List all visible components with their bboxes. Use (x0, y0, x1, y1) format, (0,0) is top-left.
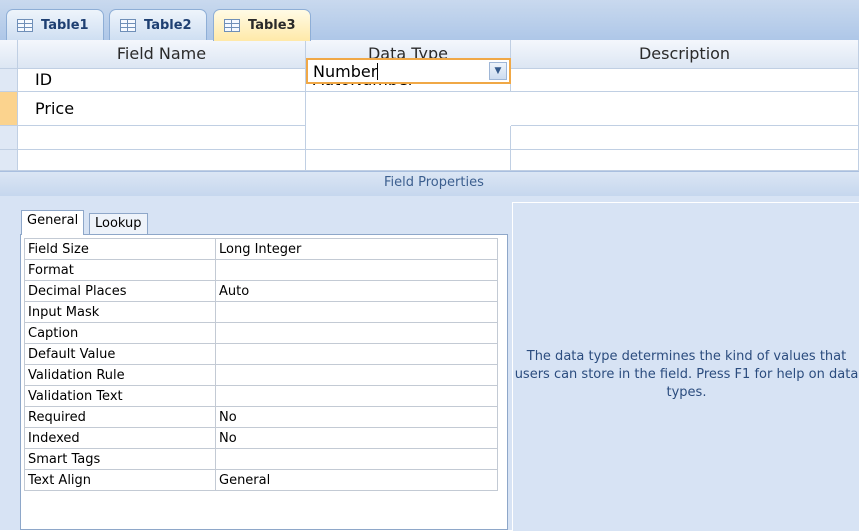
property-name: Text Align (24, 469, 216, 491)
table-row[interactable]: ID (18, 69, 306, 92)
property-row[interactable]: Indexed No (24, 427, 498, 449)
field-properties-bar: Field Properties (0, 171, 859, 197)
data-type-combo-value: Number (313, 62, 378, 81)
property-value[interactable] (215, 301, 498, 323)
property-value[interactable]: General (215, 469, 498, 491)
property-row[interactable]: Smart Tags (24, 448, 498, 470)
tab-label: Table2 (144, 17, 192, 33)
tab-general-label: General (27, 213, 79, 228)
property-row[interactable]: Format (24, 259, 498, 281)
property-row[interactable]: Field Size Long Integer (24, 238, 498, 260)
description-cell[interactable] (511, 126, 859, 150)
row-selector[interactable] (0, 126, 18, 150)
property-name: Validation Text (24, 385, 216, 407)
properties-table: Field Size Long Integer Format Decimal Pl… (24, 238, 498, 491)
row-selector[interactable] (0, 150, 18, 171)
tab-general[interactable]: General (21, 210, 85, 235)
property-name: Caption (24, 322, 216, 344)
data-type-combo[interactable]: Number ▼ (306, 58, 511, 84)
field-name-cell[interactable] (18, 126, 306, 150)
text-caret (377, 63, 379, 80)
property-value[interactable] (215, 322, 498, 344)
property-value[interactable]: No (215, 427, 498, 449)
data-type-cell[interactable] (306, 126, 511, 150)
row-selector-current[interactable] (0, 92, 18, 126)
tab-table1[interactable]: Table1 (6, 9, 104, 40)
property-value[interactable] (215, 448, 498, 470)
general-properties-panel: Field Size Long Integer Format Decimal Pl… (20, 234, 508, 530)
property-row[interactable]: Decimal Places Auto (24, 280, 498, 302)
property-name: Decimal Places (24, 280, 216, 302)
tab-lookup[interactable]: Lookup (89, 213, 148, 234)
field-properties-title: Field Properties (384, 175, 484, 190)
property-name: Field Size (24, 238, 216, 260)
property-value[interactable] (215, 343, 498, 365)
property-row[interactable]: Validation Text (24, 385, 498, 407)
description-cell[interactable] (511, 150, 859, 171)
property-value[interactable] (215, 259, 498, 281)
property-name: Smart Tags (24, 448, 216, 470)
property-value[interactable]: No (215, 406, 498, 428)
column-header-field-name: Field Name (18, 40, 306, 69)
table-row[interactable]: Price (18, 92, 306, 126)
tab-lookup-label: Lookup (95, 216, 142, 231)
column-header-description: Description (511, 40, 859, 69)
property-row[interactable]: Text Align General (24, 469, 498, 491)
description-cell[interactable] (511, 69, 859, 92)
property-value[interactable] (215, 385, 498, 407)
chevron-down-icon[interactable]: ▼ (489, 62, 507, 80)
property-name: Default Value (24, 343, 216, 365)
data-type-cell[interactable] (306, 150, 511, 171)
property-value[interactable]: Long Integer (215, 238, 498, 260)
property-row[interactable]: Caption (24, 322, 498, 344)
tab-table2[interactable]: Table2 (109, 9, 207, 40)
description-cell[interactable] (511, 92, 859, 126)
object-tab-strip: Table1 Table2 Table3 (0, 0, 859, 41)
property-row[interactable]: Validation Rule (24, 364, 498, 386)
property-row[interactable]: Input Mask (24, 301, 498, 323)
field-name-cell[interactable]: Price (28, 98, 305, 120)
tab-label: Table1 (41, 17, 89, 33)
row-selector[interactable] (0, 69, 18, 92)
property-name: Format (24, 259, 216, 281)
table-icon (224, 19, 240, 32)
property-name: Input Mask (24, 301, 216, 323)
field-name-cell[interactable]: ID (28, 69, 305, 91)
tab-label: Table3 (248, 18, 296, 33)
property-name: Required (24, 406, 216, 428)
help-pane: The data type determines the kind of val… (512, 202, 859, 531)
property-name: Indexed (24, 427, 216, 449)
property-row[interactable]: Default Value (24, 343, 498, 365)
property-value[interactable] (215, 364, 498, 386)
property-name: Validation Rule (24, 364, 216, 386)
table-icon (120, 18, 136, 32)
field-name-cell[interactable] (18, 150, 306, 171)
property-row[interactable]: Required No (24, 406, 498, 428)
select-all-corner[interactable] (0, 40, 18, 69)
table-icon (17, 18, 33, 32)
help-text: The data type determines the kind of val… (514, 349, 859, 400)
tab-table3[interactable]: Table3 (213, 9, 311, 41)
data-type-combo-value-wrap: Number (313, 61, 379, 83)
property-value[interactable]: Auto (215, 280, 498, 302)
